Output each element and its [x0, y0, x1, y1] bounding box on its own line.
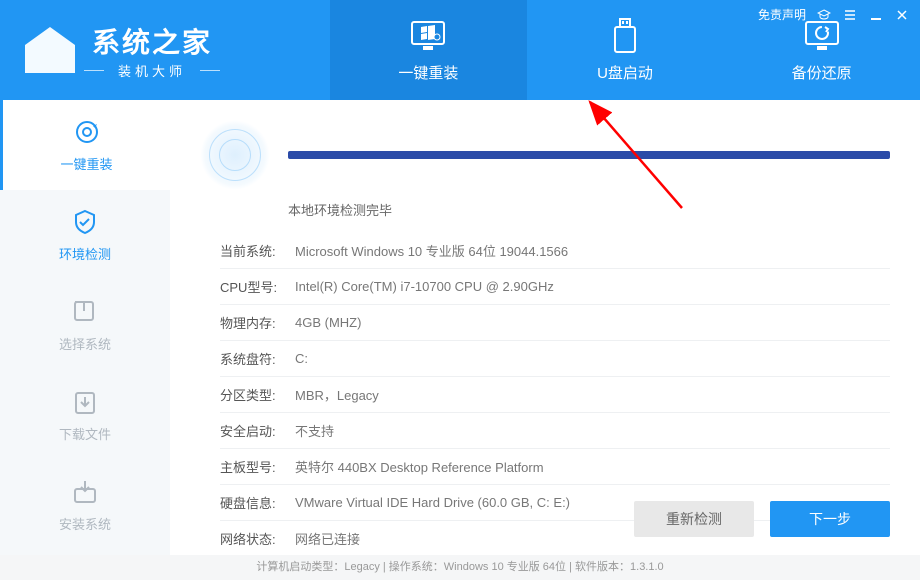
usb-icon — [607, 18, 643, 54]
info-label: 主板型号: — [220, 457, 295, 476]
info-label: 硬盘信息: — [220, 493, 295, 512]
info-value: C: — [295, 351, 308, 366]
info-value: Intel(R) Core(TM) i7-10700 CPU @ 2.90GHz — [295, 279, 554, 294]
info-value: 英特尔 440BX Desktop Reference Platform — [295, 457, 544, 476]
info-value: Microsoft Windows 10 专业版 64位 19044.1566 — [295, 241, 568, 260]
select-icon — [71, 298, 99, 326]
sidebar-label: 一键重装 — [60, 154, 112, 173]
sidebar-item-install[interactable]: 安装系统 — [0, 460, 170, 550]
main-content: 本地环境检测完毕 当前系统:Microsoft Windows 10 专业版 6… — [170, 100, 920, 555]
sidebar-label: 下载文件 — [59, 424, 111, 443]
progress-status-text: 本地环境检测完毕 — [288, 200, 890, 219]
info-row-memory: 物理内存:4GB (MHZ) — [220, 305, 890, 341]
info-row-partition: 分区类型:MBR，Legacy — [220, 377, 890, 413]
sidebar-item-download[interactable]: 下载文件 — [0, 370, 170, 460]
tab-label: 一键重装 — [398, 62, 458, 83]
logo-area: 系统之家 装机大师 — [0, 0, 330, 100]
tab-one-click-reinstall[interactable]: 一键重装 — [330, 0, 527, 100]
info-value: 4GB (MHZ) — [295, 315, 361, 330]
info-label: 网络状态: — [220, 529, 295, 548]
disclaimer-link[interactable]: 免责声明 — [758, 6, 806, 23]
shield-check-icon — [71, 208, 99, 236]
sidebar-label: 安装系统 — [59, 514, 111, 533]
progress-bar — [288, 151, 890, 159]
info-row-secureboot: 安全启动:不支持 — [220, 413, 890, 449]
sidebar: 一键重装 环境检测 选择系统 下载文件 安装系统 — [0, 100, 170, 555]
info-row-motherboard: 主板型号:英特尔 440BX Desktop Reference Platfor… — [220, 449, 890, 485]
info-label: 当前系统: — [220, 241, 295, 260]
sidebar-label: 选择系统 — [59, 334, 111, 353]
sidebar-item-env-check[interactable]: 环境检测 — [0, 190, 170, 280]
tab-usb-boot[interactable]: U盘启动 — [527, 0, 724, 100]
info-row-cpu: CPU型号:Intel(R) Core(TM) i7-10700 CPU @ 2… — [220, 269, 890, 305]
sidebar-item-reinstall[interactable]: 一键重装 — [0, 100, 170, 190]
target-icon — [73, 118, 101, 146]
minimize-button[interactable] — [868, 7, 884, 23]
logo-icon — [20, 25, 80, 75]
info-row-os: 当前系统:Microsoft Windows 10 专业版 64位 19044.… — [220, 233, 890, 269]
info-value: MBR，Legacy — [295, 385, 379, 404]
sidebar-label: 环境检测 — [59, 244, 111, 263]
sidebar-item-select-system[interactable]: 选择系统 — [0, 280, 170, 370]
info-value: 网络已连接 — [295, 529, 360, 548]
info-value: VMware Virtual IDE Hard Drive (60.0 GB, … — [295, 495, 570, 510]
info-label: 物理内存: — [220, 313, 295, 332]
close-button[interactable] — [894, 7, 910, 23]
tab-label: 备份还原 — [792, 62, 852, 83]
download-icon — [71, 388, 99, 416]
info-row-drive: 系统盘符:C: — [220, 341, 890, 377]
next-button[interactable]: 下一步 — [770, 501, 890, 537]
info-label: 分区类型: — [220, 385, 295, 404]
menu-icon[interactable] — [842, 7, 858, 23]
info-label: 系统盘符: — [220, 349, 295, 368]
app-title: 系统之家 — [92, 21, 212, 61]
install-icon — [71, 478, 99, 506]
recheck-button[interactable]: 重新检测 — [634, 501, 754, 537]
windows-reinstall-icon — [410, 18, 446, 54]
info-label: 安全启动: — [220, 421, 295, 440]
app-subtitle: 装机大师 — [92, 61, 212, 80]
info-value: 不支持 — [295, 421, 334, 440]
graduation-icon[interactable] — [816, 7, 832, 23]
tab-label: U盘启动 — [597, 62, 653, 83]
titlebar-controls: 免责声明 — [758, 6, 910, 23]
info-label: CPU型号: — [220, 277, 295, 296]
header: 系统之家 装机大师 一键重装 U盘启动 备份还原 免责声明 — [0, 0, 920, 100]
footer-status: 计算机启动类型：Legacy | 操作系统：Windows 10 专业版 64位… — [0, 555, 920, 580]
radar-icon — [200, 120, 270, 190]
